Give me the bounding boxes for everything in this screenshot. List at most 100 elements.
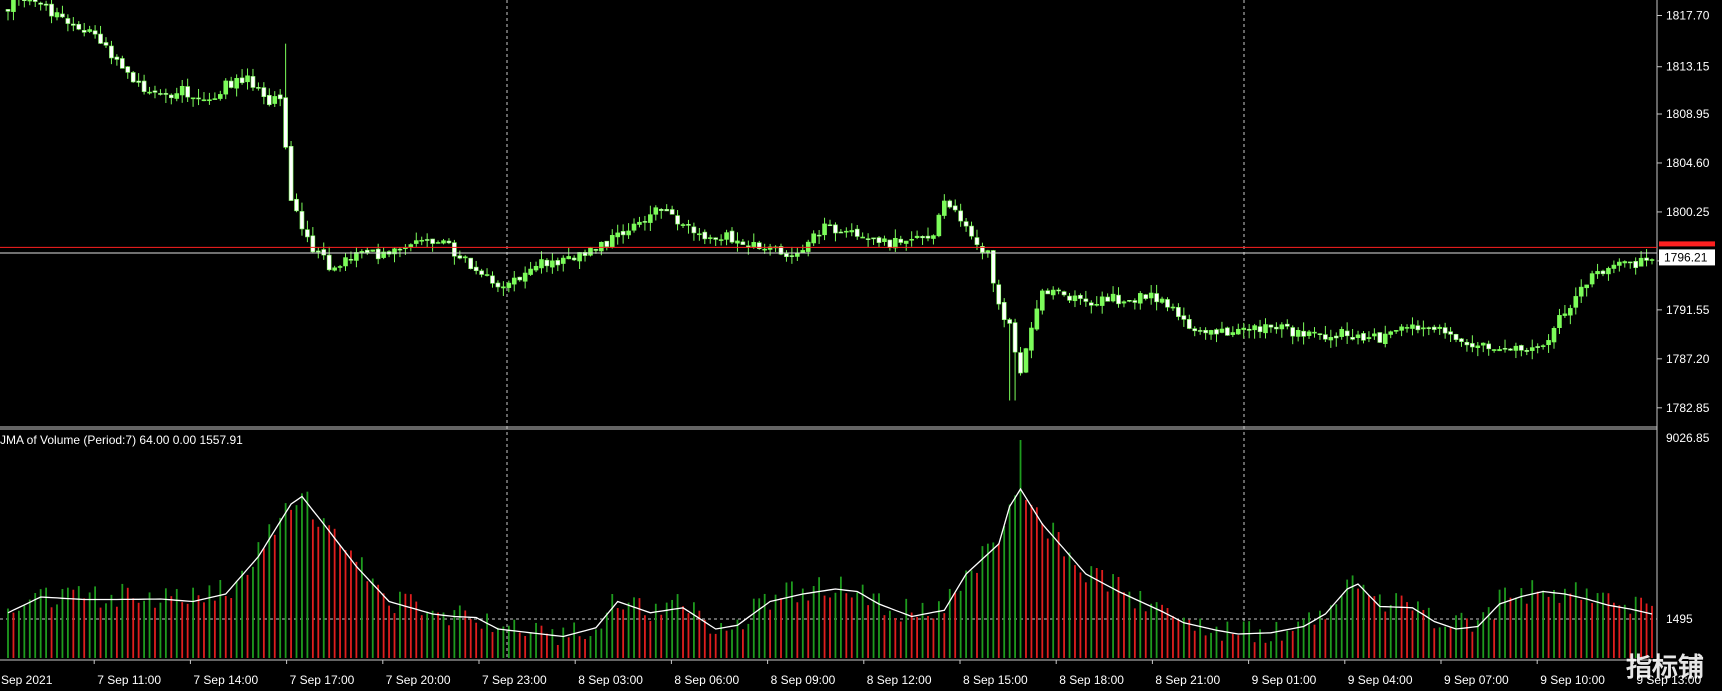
candle-body bbox=[789, 255, 795, 257]
candle bbox=[1121, 300, 1127, 308]
candle-body bbox=[860, 236, 865, 239]
volume-bar bbox=[627, 602, 630, 658]
candle-body bbox=[294, 198, 299, 212]
candle-body bbox=[942, 200, 947, 216]
volume-bar bbox=[1612, 602, 1615, 658]
candle bbox=[1366, 331, 1372, 343]
volume-bar bbox=[1025, 499, 1027, 658]
candle bbox=[299, 202, 305, 236]
volume-bar bbox=[1019, 440, 1022, 658]
volume-bar bbox=[839, 576, 842, 658]
time-tick-label: 8 Sep 15:00 bbox=[963, 673, 1028, 686]
candle-body bbox=[1491, 349, 1497, 351]
volume-bar bbox=[1362, 584, 1365, 658]
candle bbox=[1502, 339, 1508, 353]
candle bbox=[1284, 319, 1290, 330]
candle bbox=[577, 252, 582, 269]
candle bbox=[1442, 322, 1448, 339]
candle-body bbox=[1094, 304, 1100, 306]
candle bbox=[691, 222, 697, 241]
candle bbox=[1649, 258, 1655, 265]
candle-body bbox=[190, 97, 196, 100]
candle-body bbox=[501, 286, 506, 289]
volume-bar bbox=[644, 615, 646, 658]
candle-body bbox=[952, 205, 958, 211]
volume-bar bbox=[273, 534, 276, 658]
candle-body bbox=[642, 221, 648, 223]
volume-bar bbox=[916, 616, 918, 658]
candle-body bbox=[38, 2, 43, 5]
volume-bar bbox=[1368, 595, 1370, 658]
candle-body bbox=[555, 260, 561, 266]
time-tick-label: 8 Sep 21:00 bbox=[1155, 673, 1220, 686]
candle-body bbox=[691, 226, 697, 234]
candle bbox=[1219, 321, 1225, 334]
candle bbox=[1301, 322, 1306, 345]
volume-bar bbox=[1057, 532, 1060, 658]
candle bbox=[789, 246, 795, 264]
volume-bar bbox=[110, 594, 113, 658]
candle-body bbox=[218, 94, 223, 99]
candle-body bbox=[882, 238, 887, 242]
candle-body bbox=[996, 284, 1002, 305]
candle bbox=[637, 216, 642, 228]
current-price-label: 1796.21 bbox=[1664, 250, 1708, 264]
volume-bar bbox=[295, 505, 298, 658]
candle bbox=[1421, 320, 1426, 337]
candle-body bbox=[1611, 264, 1617, 269]
volume-bar bbox=[83, 598, 86, 658]
volume-bar bbox=[257, 542, 260, 658]
candle-body bbox=[419, 239, 425, 242]
candle-body bbox=[1344, 330, 1350, 337]
volume-bar bbox=[812, 586, 815, 658]
candle bbox=[1088, 300, 1094, 314]
candle-body bbox=[800, 250, 806, 253]
candle-body bbox=[925, 235, 931, 239]
volume-bar bbox=[905, 598, 908, 658]
candle bbox=[1339, 326, 1345, 340]
candle-body bbox=[1573, 296, 1579, 308]
volume-bar bbox=[437, 612, 439, 658]
volume-bar bbox=[224, 595, 227, 658]
volume-bar bbox=[203, 602, 205, 658]
candle-body bbox=[702, 231, 708, 240]
volume-bar bbox=[954, 592, 957, 658]
volume-bar bbox=[72, 589, 75, 658]
volume-bar bbox=[1553, 590, 1555, 658]
candle bbox=[1197, 327, 1203, 335]
candle bbox=[571, 255, 577, 262]
candle-body bbox=[577, 252, 582, 262]
candle-body bbox=[593, 249, 599, 251]
candle-body bbox=[43, 3, 49, 6]
trading-chart[interactable]: 1817.701813.151808.951804.601800.251795.… bbox=[0, 0, 1722, 687]
volume-bar bbox=[573, 622, 576, 658]
volume-bar bbox=[927, 616, 929, 658]
candle-body bbox=[375, 248, 381, 260]
candle-body bbox=[490, 275, 495, 284]
candle bbox=[952, 199, 958, 213]
candle bbox=[392, 247, 397, 263]
candle bbox=[98, 25, 103, 44]
candle bbox=[212, 92, 218, 100]
candle-body bbox=[1214, 329, 1219, 335]
candle-body bbox=[1480, 342, 1486, 346]
volume-bar bbox=[1090, 566, 1093, 658]
candle bbox=[201, 92, 207, 102]
candle bbox=[615, 224, 620, 245]
candle bbox=[1328, 329, 1334, 348]
candle-body bbox=[1176, 307, 1181, 317]
volume-bar bbox=[1645, 603, 1648, 658]
volume-bar bbox=[1515, 597, 1517, 658]
candle-body bbox=[32, 0, 38, 2]
candle bbox=[566, 247, 572, 260]
candle-body bbox=[495, 282, 501, 288]
candle bbox=[963, 217, 969, 232]
candle bbox=[76, 21, 82, 31]
candle-body bbox=[511, 277, 517, 285]
volume-bar bbox=[1493, 619, 1496, 658]
volume-bar bbox=[1417, 601, 1419, 658]
candle-body bbox=[1219, 328, 1225, 333]
candle-body bbox=[359, 251, 365, 253]
candle-body bbox=[571, 257, 577, 261]
candle-body bbox=[833, 224, 838, 234]
